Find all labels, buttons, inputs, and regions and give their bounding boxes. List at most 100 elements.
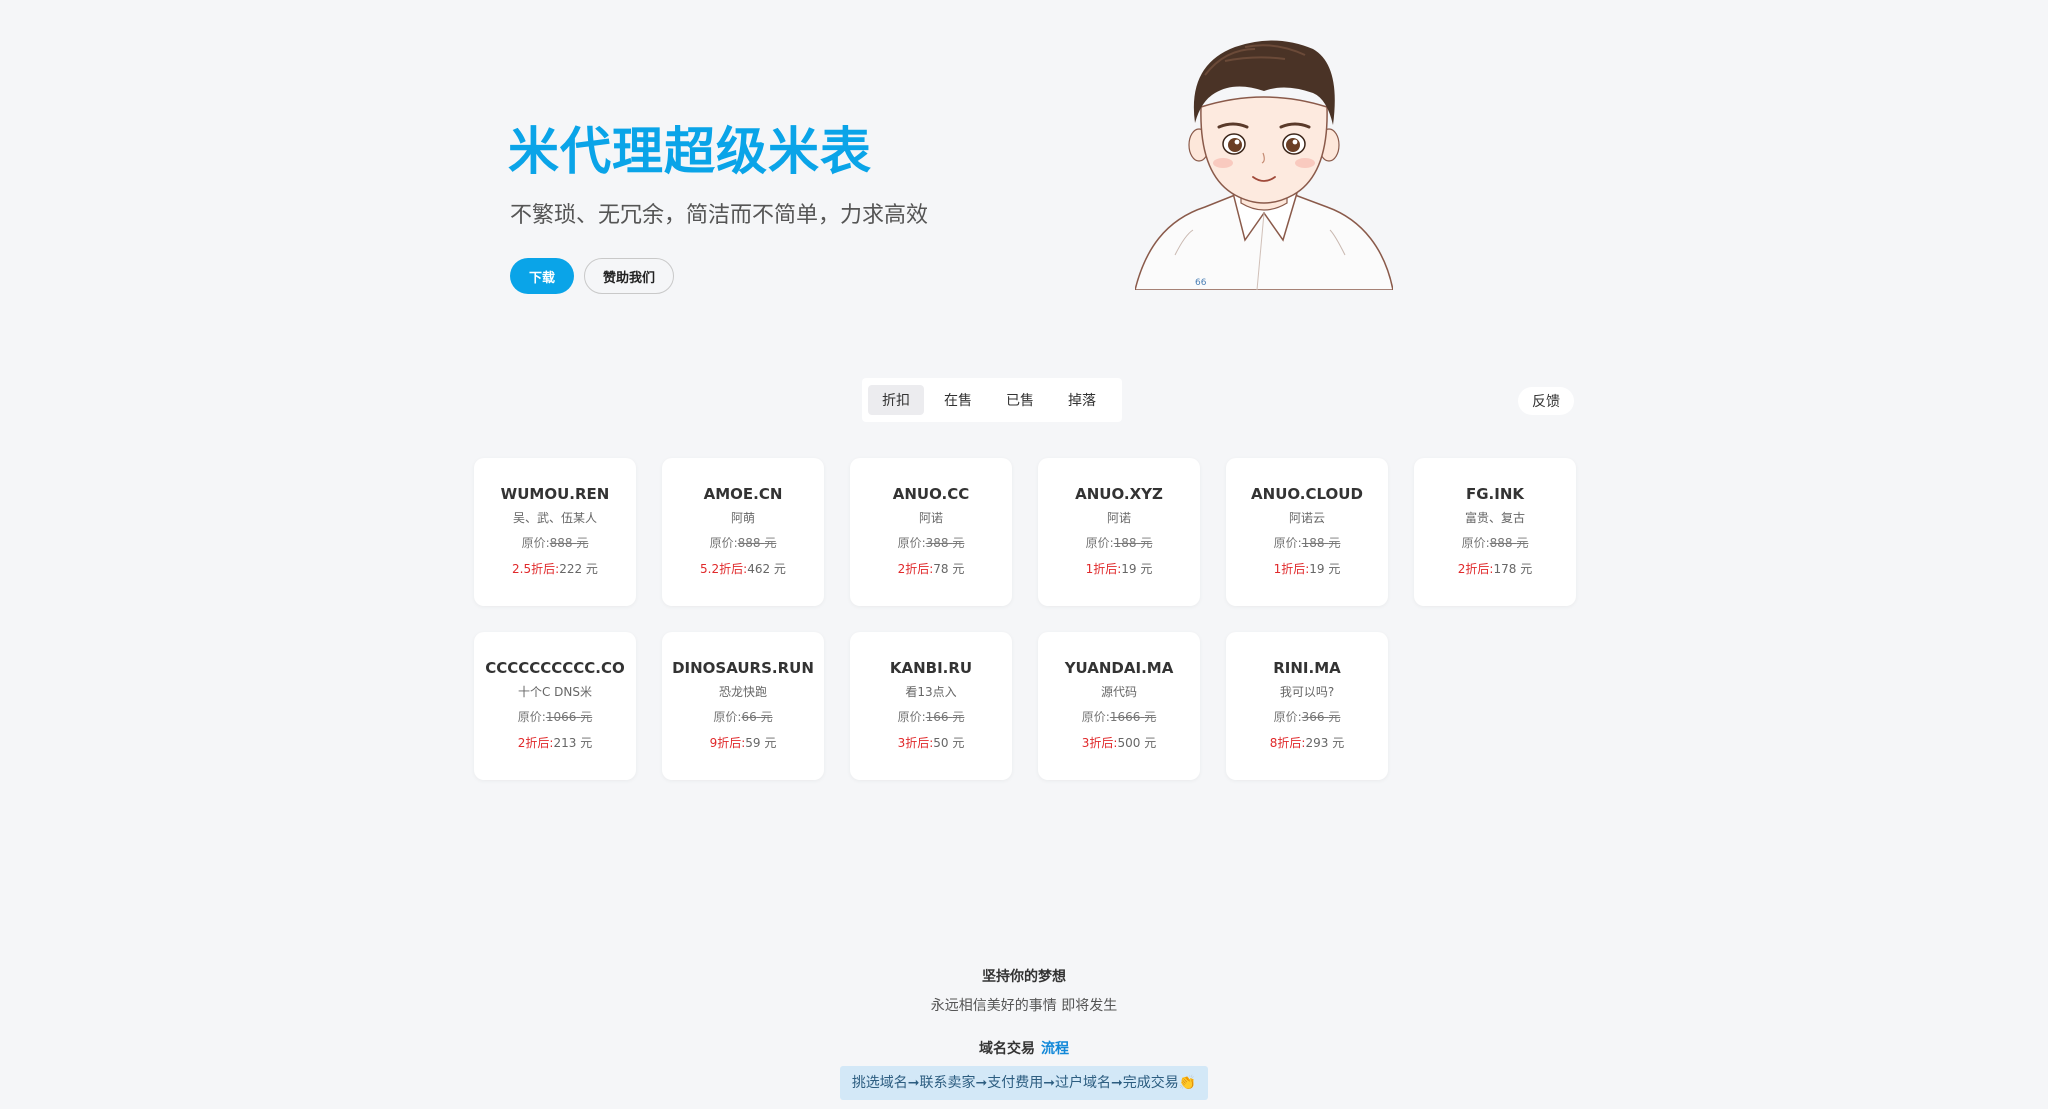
domain-card[interactable]: KANBI.RU 看13点入 原价:166 元 3折后:50 元 (850, 632, 1012, 780)
original-price-value: 1066 元 (545, 710, 593, 724)
feedback-button[interactable]: 反馈 (1518, 387, 1574, 415)
discount-price-value: 293 元 (1305, 736, 1345, 750)
domain-card[interactable]: DINOSAURS.RUN 恐龙快跑 原价:66 元 9折后:59 元 (662, 632, 824, 780)
original-price-value: 888 元 (737, 536, 777, 550)
original-price-label: 原价: (1085, 536, 1114, 550)
discount-price-value: 178 元 (1493, 562, 1533, 576)
discount-price: 1折后:19 元 (1274, 560, 1341, 577)
discount-price-value: 19 元 (1121, 562, 1153, 576)
trade-title: 域名交易 (979, 1041, 1035, 1057)
hero-buttons: 下载 赞助我们 (510, 258, 674, 294)
tab-discount[interactable]: 折扣 (868, 385, 924, 415)
domain-name: WUMOU.REN (500, 485, 610, 503)
trade-flow-wrap: 挑选域名➞联系卖家➞支付费用➞过户域名➞完成交易👏 (0, 1066, 2048, 1100)
discount-price: 3折后:500 元 (1082, 734, 1156, 751)
original-price: 原价:1066 元 (518, 708, 592, 725)
original-price: 原价:388 元 (898, 534, 965, 551)
domain-name: ANUO.CLOUD (1251, 485, 1363, 503)
domain-card[interactable]: CCCCCCCCCC.CO 十个C DNS米 原价:1066 元 2折后:213 元 (474, 632, 636, 780)
discount-label: 3折后: (897, 736, 934, 750)
process-link[interactable]: 流程 (1041, 1041, 1069, 1057)
domain-grid: WUMOU.REN 吴、武、伍某人 原价:888 元 2.5折后:222 元 AMOE.… (474, 458, 1576, 780)
domain-name: FG.INK (1465, 485, 1524, 503)
domain-meaning: 阿诺云 (1288, 511, 1325, 525)
svg-text:66: 66 (1195, 278, 1207, 288)
motto-title: 坚持你的梦想 (982, 969, 1066, 985)
original-price-value: 66 元 (741, 710, 773, 724)
discount-price-value: 213 元 (553, 736, 593, 750)
discount-label: 1折后: (1085, 562, 1122, 576)
domain-name: CCCCCCCCCC.CO (485, 659, 625, 677)
domain-meaning: 十个C DNS米 (517, 685, 593, 699)
discount-price-value: 462 元 (747, 562, 786, 576)
domain-card[interactable]: FG.INK 富贵、复古 原价:888 元 2折后:178 元 (1414, 458, 1576, 606)
original-price-value: 388 元 (925, 536, 965, 550)
domain-card[interactable]: ANUO.XYZ 阿诺原价:188 元 1折后:19 元 (1038, 458, 1200, 606)
original-price-value: 188 元 (1301, 536, 1341, 550)
original-price-label: 原价: (521, 536, 550, 550)
domain-card[interactable]: YUANDAI.MA 源代码原价:1666 元 3折后:500 元 (1038, 632, 1200, 780)
discount-price: 1折后:19 元 (1086, 560, 1153, 577)
tab-on-sale[interactable]: 在售 (930, 385, 986, 415)
original-price-label: 原价: (713, 710, 742, 724)
discount-price: 2折后:213 元 (518, 734, 592, 751)
original-price: 原价:66 元 (713, 708, 772, 725)
domain-card[interactable]: AMOE.CN 阿萌原价:888 元 5.2折后:462 元 (662, 458, 824, 606)
motto-subtitle: 永远相信美好的事情 即将发生 (930, 998, 1118, 1014)
original-price-value: 888 元 (549, 536, 589, 550)
original-price-label: 原价: (517, 710, 546, 724)
original-price: 原价:888 元 (1462, 534, 1529, 551)
domain-meaning: 我可以吗? (1279, 685, 1335, 699)
domain-card[interactable]: RINI.MA 我可以吗? 原价:366 元 8折后:293 元 (1226, 632, 1388, 780)
discount-price: 2.5折后:222 元 (512, 560, 598, 577)
domain-card[interactable]: ANUO.CLOUD 阿诺云原价:188 元 1折后:19 元 (1226, 458, 1388, 606)
original-price-value: 1666 元 (1109, 710, 1157, 724)
domain-meaning: 恐龙快跑 (718, 685, 767, 699)
original-price: 原价:188 元 (1274, 534, 1341, 551)
original-price-label: 原价: (1081, 710, 1110, 724)
discount-price: 8折后:293 元 (1270, 734, 1344, 751)
discount-price-value: 50 元 (933, 736, 965, 750)
page-subtitle: 不繁琐、无冗余，简洁而不简单，力求高效 (510, 203, 929, 228)
discount-price-value: 19 元 (1309, 562, 1341, 576)
original-price-label: 原价: (709, 536, 738, 550)
original-price: 原价:366 元 (1274, 708, 1341, 725)
domain-meaning: 阿诺 (1106, 511, 1131, 525)
original-price: 原价:888 元 (522, 534, 589, 551)
domain-name: YUANDAI.MA (1064, 659, 1174, 677)
discount-price: 3折后:50 元 (898, 734, 965, 751)
discount-label: 1折后: (1273, 562, 1310, 576)
sponsor-button[interactable]: 赞助我们 (584, 258, 674, 294)
original-price-value: 166 元 (925, 710, 965, 724)
original-price: 原价:888 元 (710, 534, 777, 551)
original-price-label: 原价: (897, 710, 926, 724)
discount-price: 2折后:78 元 (898, 560, 965, 577)
tab-dropped[interactable]: 掉落 (1054, 385, 1110, 415)
filter-tabs: 折扣 在售 已售 掉落 (862, 378, 1122, 422)
discount-label: 3折后: (1081, 736, 1118, 750)
domain-card[interactable]: WUMOU.REN 吴、武、伍某人 原价:888 元 2.5折后:222 元 (474, 458, 636, 606)
domain-meaning: 阿诺 (918, 511, 943, 525)
original-price: 原价:188 元 (1086, 534, 1153, 551)
discount-label: 9折后: (709, 736, 746, 750)
domain-card[interactable]: ANUO.CC 阿诺原价:388 元 2折后:78 元 (850, 458, 1012, 606)
domain-meaning: 吴、武、伍某人 (512, 511, 597, 525)
domain-name: ANUO.CC (892, 485, 970, 503)
domain-name: KANBI.RU (889, 659, 973, 677)
domain-meaning: 阿萌 (730, 511, 755, 525)
download-button[interactable]: 下载 (510, 258, 574, 294)
discount-price-value: 78 元 (933, 562, 965, 576)
domain-name: AMOE.CN (703, 485, 783, 503)
tab-sold[interactable]: 已售 (992, 385, 1048, 415)
discount-label: 2折后: (897, 562, 934, 576)
domain-name: ANUO.XYZ (1075, 485, 1163, 503)
discount-price-value: 500 元 (1117, 736, 1157, 750)
domain-meaning: 源代码 (1100, 685, 1137, 699)
domain-name: RINI.MA (1273, 659, 1341, 677)
original-price-label: 原价: (897, 536, 926, 550)
discount-price: 5.2折后:462 元 (700, 560, 786, 577)
original-price-label: 原价: (1461, 536, 1490, 550)
original-price-value: 888 元 (1489, 536, 1529, 550)
discount-label: 2.5折后: (512, 562, 560, 576)
page: 米代理超级米表 不繁琐、无冗余，简洁而不简单，力求高效 下载 赞助我们 66 折… (0, 0, 2048, 1109)
